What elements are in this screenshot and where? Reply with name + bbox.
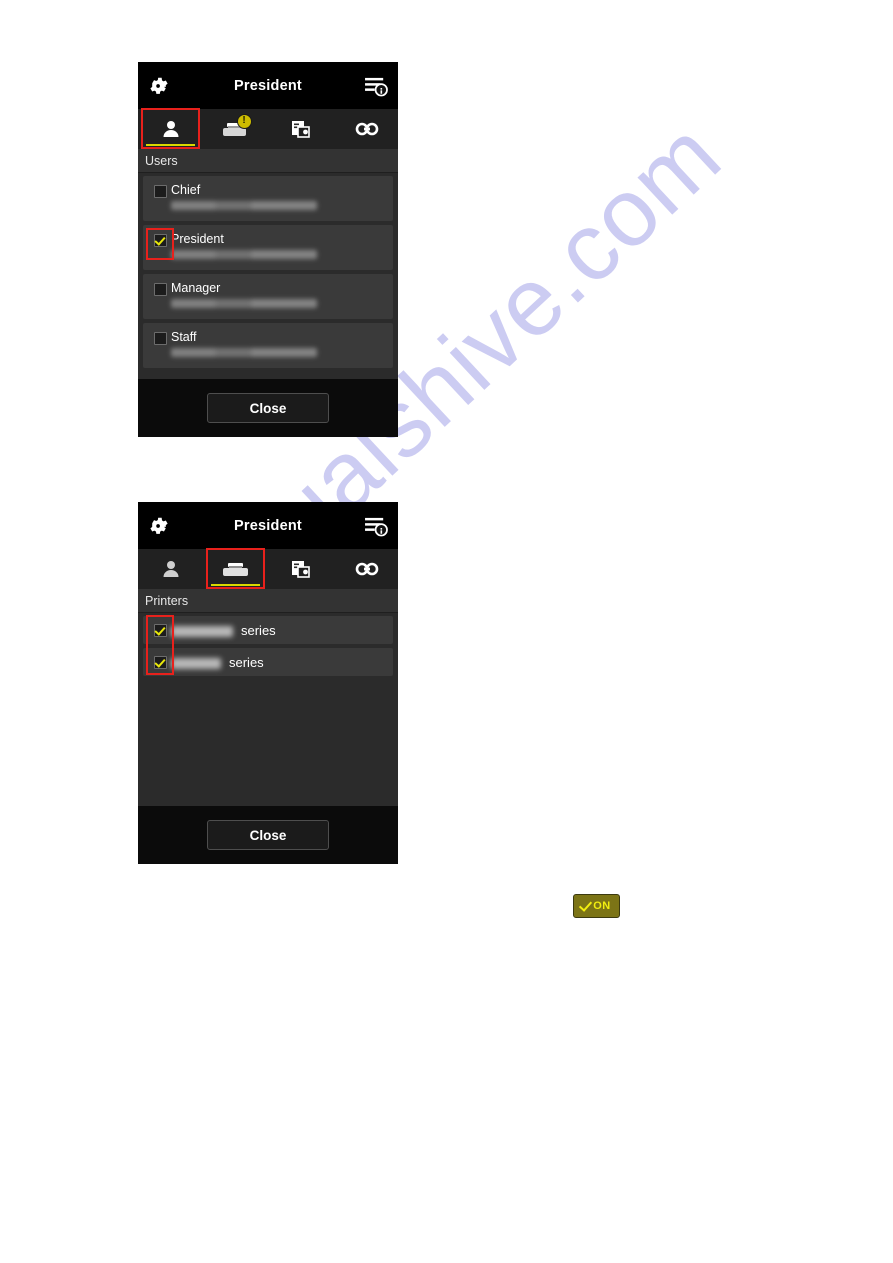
tab-printers-underline xyxy=(211,144,260,146)
row-texts: Manager xyxy=(171,281,317,308)
gear-icon[interactable] xyxy=(147,74,171,98)
panel-title: President xyxy=(234,517,302,534)
tab-users[interactable] xyxy=(138,549,203,589)
printer-model-redacted xyxy=(171,657,221,669)
printer-warning-badge: ! xyxy=(236,114,252,129)
printer-checkbox[interactable] xyxy=(153,623,167,637)
check-icon xyxy=(579,897,593,912)
link-icon xyxy=(352,117,380,141)
printer-checkbox[interactable] xyxy=(153,655,167,669)
printer-model-redacted xyxy=(171,625,233,637)
printer-series-label: series xyxy=(241,622,276,638)
list-item[interactable]: Manager xyxy=(143,274,393,319)
users-panel: President ! Users Chief President Manage… xyxy=(138,62,398,437)
on-label: ON xyxy=(593,900,611,912)
user-name: Manager xyxy=(171,281,221,295)
printer-series-label: series xyxy=(229,654,264,670)
printers-panel: President Printers series series Close xyxy=(138,502,398,864)
tab-printers-underline xyxy=(211,584,260,586)
section-header-printers: Printers xyxy=(138,589,398,613)
list-item[interactable]: President xyxy=(143,225,393,270)
user-email-redacted xyxy=(171,348,317,357)
user-checkbox[interactable] xyxy=(153,332,167,345)
user-email-redacted xyxy=(171,299,317,308)
tab-users[interactable] xyxy=(138,108,203,149)
printer-name: series xyxy=(171,655,264,670)
user-checkbox[interactable] xyxy=(153,234,167,247)
panel-tabbar: ! xyxy=(138,108,398,149)
user-email-redacted xyxy=(171,250,317,259)
tab-users-underline xyxy=(146,144,195,146)
page-watermark: manualshive.com xyxy=(0,0,893,1263)
tab-link-underline xyxy=(341,144,390,146)
user-icon xyxy=(157,557,185,581)
tab-apps[interactable] xyxy=(268,549,333,589)
close-button[interactable]: Close xyxy=(207,820,329,850)
printer-icon: ! xyxy=(222,114,252,141)
panel-footer: Close xyxy=(138,379,398,437)
row-texts: series xyxy=(171,623,276,638)
checkbox-wrap[interactable] xyxy=(149,281,171,296)
users-list: Chief President Manager Staff xyxy=(138,173,398,368)
checkbox-wrap[interactable] xyxy=(149,623,171,637)
tab-link[interactable] xyxy=(333,109,398,149)
tab-users-underline xyxy=(146,584,195,586)
tab-link-underline xyxy=(341,584,390,586)
list-info-icon[interactable] xyxy=(363,75,389,97)
panel-titlebar: President xyxy=(138,502,398,549)
close-button[interactable]: Close xyxy=(207,393,329,423)
row-texts: Chief xyxy=(171,183,317,210)
user-name: Staff xyxy=(171,330,197,344)
checkbox-wrap[interactable] xyxy=(149,655,171,669)
user-name: President xyxy=(171,232,224,246)
list-info-icon[interactable] xyxy=(363,515,389,537)
panel-titlebar: President xyxy=(138,62,398,109)
apps-settings-icon xyxy=(287,117,315,141)
printer-icon xyxy=(222,557,250,581)
checkbox-wrap[interactable] xyxy=(149,183,171,198)
tab-link[interactable] xyxy=(333,549,398,589)
tab-apps-underline xyxy=(276,144,325,146)
user-checkbox[interactable] xyxy=(153,185,167,198)
on-toggle-badge[interactable]: ON xyxy=(573,894,620,918)
row-texts: Staff xyxy=(171,330,317,357)
list-item[interactable]: series xyxy=(143,648,393,676)
link-icon xyxy=(352,557,380,581)
panel-title: President xyxy=(234,77,302,94)
list-item[interactable]: series xyxy=(143,616,393,644)
checkbox-wrap[interactable] xyxy=(149,232,171,247)
panel-tabbar xyxy=(138,548,398,589)
tab-apps[interactable] xyxy=(268,109,333,149)
row-texts: President xyxy=(171,232,317,259)
user-icon xyxy=(157,117,185,141)
checkbox-wrap[interactable] xyxy=(149,330,171,345)
user-name: Chief xyxy=(171,183,201,197)
tab-printers[interactable]: ! xyxy=(203,109,268,149)
printer-name: series xyxy=(171,623,276,638)
tab-apps-underline xyxy=(276,584,325,586)
user-checkbox[interactable] xyxy=(153,283,167,296)
section-header-users: Users xyxy=(138,149,398,173)
printers-list: series series xyxy=(138,613,398,676)
tab-printers[interactable] xyxy=(203,548,268,589)
user-email-redacted xyxy=(171,201,317,210)
row-texts: series xyxy=(171,655,264,670)
panel-footer: Close xyxy=(138,806,398,864)
apps-settings-icon xyxy=(287,557,315,581)
gear-icon[interactable] xyxy=(147,514,171,538)
list-item[interactable]: Staff xyxy=(143,323,393,368)
list-item[interactable]: Chief xyxy=(143,176,393,221)
